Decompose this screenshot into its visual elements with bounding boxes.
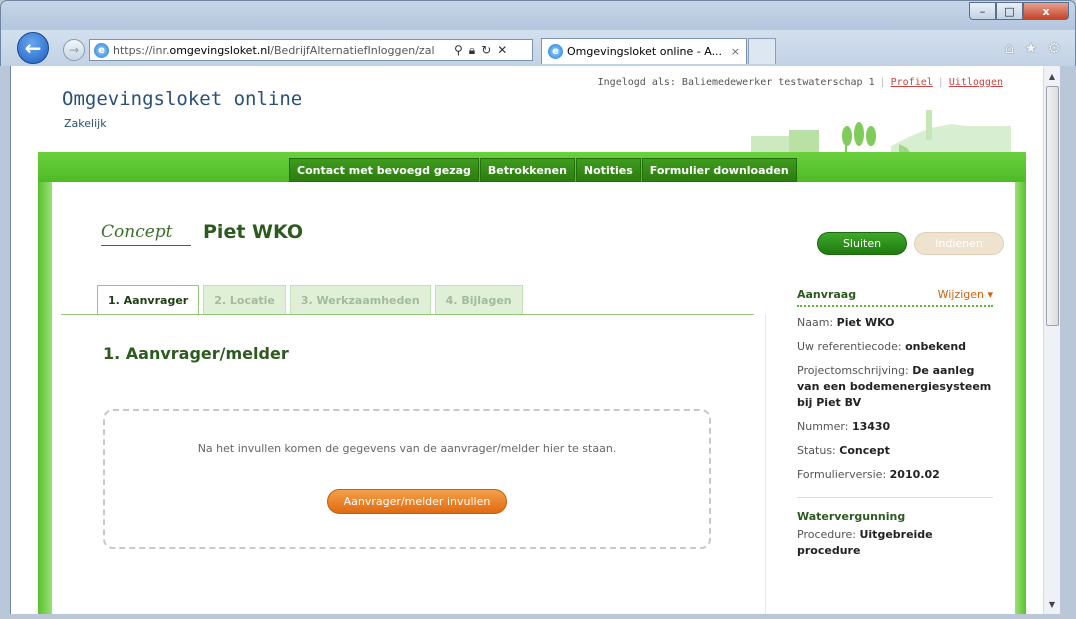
minimize-button[interactable]: – [969,2,996,20]
watervergunning-heading: Watervergunning [797,510,906,523]
browser-tab[interactable]: e Omgevingsloket online - A... × [541,38,747,64]
right-green-stripe [1015,182,1026,614]
sidebar-row-referentiecode: Uw referentiecode: onbekend [797,340,967,353]
sidebar-row-nummer: Nummer: 13430 [797,420,891,433]
arrow-left-icon: ← [24,36,42,60]
maximize-button[interactable]: □ [996,2,1023,20]
search-icon[interactable]: ⚲ [454,43,463,58]
request-sidebar: Aanvraag Wijzigen ▾ Naam: Piet WKO Uw re… [797,288,993,559]
sidebar-row-procedure: Procedure: Uitgebreide procedure [797,528,933,557]
ie-icon: e [94,42,109,58]
sidebar-heading: Aanvraag [797,288,857,301]
edit-dropdown-link[interactable]: Wijzigen ▾ [938,288,993,301]
close-button[interactable]: Sluiten [817,232,907,255]
site-title[interactable]: Omgevingsloket online [62,88,302,110]
nav-notities[interactable]: Notities [575,158,641,182]
page-title: Piet WKO [203,221,304,243]
scroll-down-icon[interactable]: ▼ [1044,596,1060,612]
forward-button[interactable]: → [63,39,85,61]
submit-button[interactable]: Indienen [914,232,1004,255]
browser-navbar: ← → e https://inr.omgevingsloket.nl/Bedr… [0,30,1076,66]
tab-bijlagen[interactable]: 4. Bijlagen [434,285,523,315]
ie-icon: e [548,44,563,59]
logout-link[interactable]: Uitloggen [949,77,1003,88]
url-domain: omgevingsloket.nl [169,43,271,57]
section-title: 1. Aanvrager/melder [103,344,289,363]
url-text[interactable]: https://inr.omgevingsloket.nl/BedrijfAlt… [113,44,448,57]
close-tab-icon[interactable]: × [731,45,740,58]
scrollbar-thumb[interactable] [1046,86,1059,326]
vertical-scrollbar[interactable]: ▲ ▼ [1043,66,1060,614]
new-tab-button[interactable] [748,38,776,64]
concept-tag: Concept [101,222,173,242]
fill-applicant-button[interactable]: Aanvrager/melder invullen [327,489,507,514]
address-bar[interactable]: e https://inr.omgevingsloket.nl/BedrijfA… [89,39,533,61]
sidebar-row-projectomschrijving: Projectomschrijving: De aanleg van een b… [797,364,992,409]
applicant-placeholder-box: Na het invullen komen de gegevens van de… [103,409,711,549]
sidebar-row-formulierversie: Formulierversie: 2010.02 [797,468,940,481]
star-icon[interactable]: ★ [1024,39,1037,57]
scroll-up-icon[interactable]: ▲ [1044,68,1060,84]
nav-formulier-downloaden[interactable]: Formulier downloaden [641,158,797,182]
nav-contact-bevoegd-gezag[interactable]: Contact met bevoegd gezag [289,158,479,182]
tab-aanvrager[interactable]: 1. Aanvrager [97,285,200,315]
arrow-right-icon: → [68,43,80,57]
page-viewport: Omgevingsloket online Zakelijk Ingelogd … [10,66,1057,614]
skyline-illustration [751,110,1011,154]
url-prefix: https://inr. [113,43,170,57]
nav-betrokkenen[interactable]: Betrokkenen [479,158,575,182]
window-titlebar: – □ x [0,0,1076,30]
gear-icon[interactable]: ⚙ [1048,39,1061,57]
left-green-stripe [38,182,52,614]
window-frame-right [1060,66,1076,614]
concept-underline [101,245,191,246]
logged-in-text: Ingelogd als: Baliemedewerker testwaters… [597,77,875,88]
sidebar-row-status: Status: Concept [797,444,890,457]
close-window-button[interactable]: x [1023,2,1069,20]
tabs-underline [61,314,754,315]
sidebar-separator [797,497,993,498]
sidebar-row-naam: Naam: Piet WKO [797,316,895,329]
url-path: /BedrijfAlternatiefInloggen/zal [270,43,435,57]
tab-title: Omgevingsloket online - A... [567,45,723,58]
stop-icon[interactable]: ✕ [497,43,507,58]
placeholder-text: Na het invullen komen de gegevens van de… [197,442,617,455]
site-subtitle: Zakelijk [64,117,107,130]
back-button[interactable]: ← [17,32,49,64]
login-info: Ingelogd als: Baliemedewerker testwaters… [597,77,1003,88]
step-tabs: 1. Aanvrager 2. Locatie 3. Werkzaamheden… [97,285,523,315]
refresh-icon[interactable]: ↻ [481,43,491,58]
lock-icon[interactable]: 🔒︎ [469,43,475,58]
profile-link[interactable]: Profiel [891,77,933,88]
top-nav: Contact met bevoegd gezag Betrokkenen No… [289,158,798,182]
tab-werkzaamheden[interactable]: 3. Werkzaamheden [289,285,431,315]
home-icon[interactable]: ⌂ [1005,39,1015,57]
window-frame-bottom [0,614,1076,619]
sidebar-divider [765,314,766,614]
tab-locatie[interactable]: 2. Locatie [203,285,286,315]
